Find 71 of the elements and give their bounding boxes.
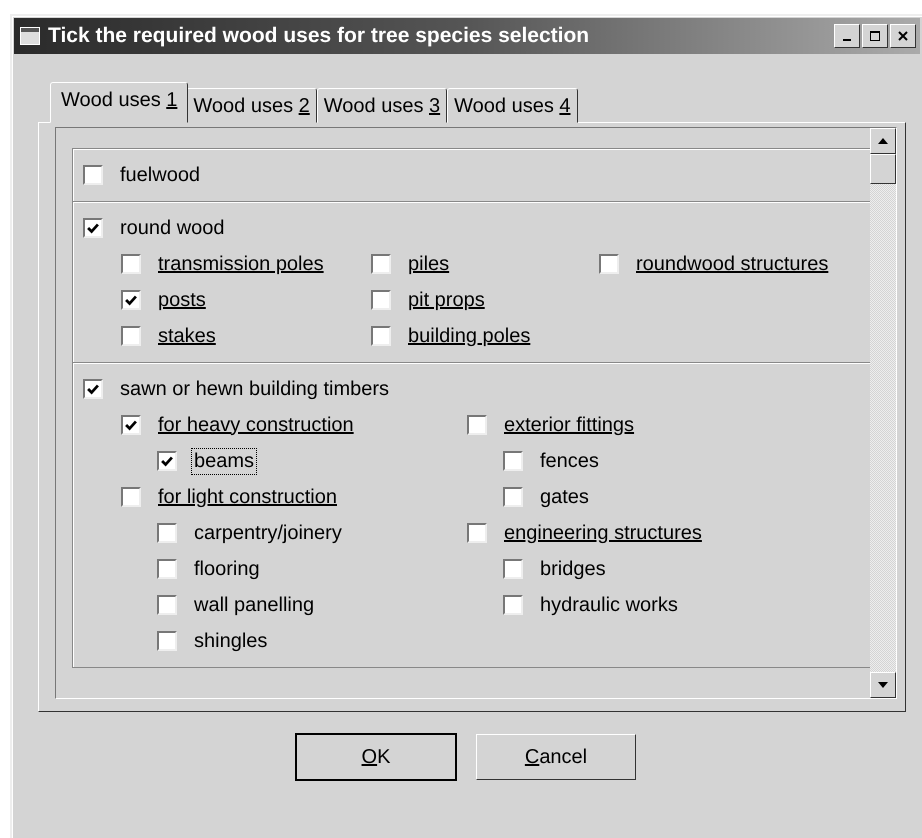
check-icon [124,418,138,432]
option-label: shingles [193,628,268,654]
maximize-icon [869,30,881,42]
checkbox[interactable] [121,415,141,435]
check-icon [160,454,174,468]
dialog-button[interactable]: Cancel [476,734,636,780]
option-link[interactable]: stakes [155,322,219,350]
check-icon [86,382,100,396]
scrollbar[interactable] [870,128,896,698]
option-label: round wood [119,216,226,240]
close-button[interactable] [890,24,916,48]
checkbox[interactable] [83,165,103,185]
option-label: carpentry/joinery [193,520,343,546]
option-label: sawn or hewn building timbers [119,376,390,402]
minimize-icon [843,39,851,41]
option-label: fuelwood [119,162,202,188]
option-label: bridges [539,556,607,582]
option-link[interactable]: transmission poles [155,250,327,278]
close-icon [897,30,909,42]
option-link[interactable]: pit props [405,286,488,314]
option-link[interactable]: engineering structures [501,520,705,546]
scroll-up-button[interactable] [870,128,896,154]
maximize-button[interactable] [862,24,888,48]
check-icon [124,293,138,307]
tab[interactable]: Wood uses 3 [316,88,448,123]
option-link[interactable]: roundwood structures [633,250,832,278]
option-label: gates [539,484,590,510]
down-arrow-icon [878,682,888,688]
checkbox[interactable] [121,326,141,346]
checkbox[interactable] [503,451,523,471]
scroll-down-button[interactable] [870,672,896,698]
checkbox[interactable] [121,254,141,274]
option-link[interactable]: piles [405,250,452,278]
checkbox[interactable] [503,559,523,579]
minimize-button[interactable] [834,24,860,48]
checkbox[interactable] [157,559,177,579]
checkbox[interactable] [503,595,523,615]
option-link[interactable]: for light construction [155,484,340,510]
checkbox[interactable] [157,523,177,543]
checkbox[interactable] [371,290,391,310]
option-link[interactable]: posts [155,286,209,314]
checkbox[interactable] [157,631,177,651]
option-link[interactable]: building poles [405,322,534,350]
option-label: beams [191,448,258,474]
option-label: fences [539,448,600,474]
checkbox[interactable] [467,523,487,543]
checkbox[interactable] [467,415,487,435]
checkbox[interactable] [599,254,619,274]
window-icon [20,27,40,45]
checkbox[interactable] [157,595,177,615]
checkbox[interactable] [121,290,141,310]
option-label: hydraulic works [539,592,679,618]
up-arrow-icon [878,138,888,144]
checkbox[interactable] [371,326,391,346]
check-icon [86,221,100,235]
checkbox[interactable] [121,487,141,507]
checkbox[interactable] [503,487,523,507]
checkbox[interactable] [83,218,103,238]
checkbox[interactable] [157,451,177,471]
window-title: Tick the required wood uses for tree species selection [48,24,590,48]
scroll-thumb[interactable] [870,154,896,184]
option-label: wall panelling [193,592,316,618]
option-link[interactable]: exterior fittings [501,412,638,438]
option-label: flooring [193,556,261,582]
tab[interactable]: Wood uses 4 [447,88,578,123]
option-link[interactable]: for heavy construction [155,412,357,438]
tab[interactable]: Wood uses 2 [186,88,317,123]
checkbox[interactable] [371,254,391,274]
checkbox[interactable] [83,379,103,399]
dialog-button[interactable]: OK [296,734,456,780]
tab[interactable]: Wood uses 1 [50,82,188,123]
